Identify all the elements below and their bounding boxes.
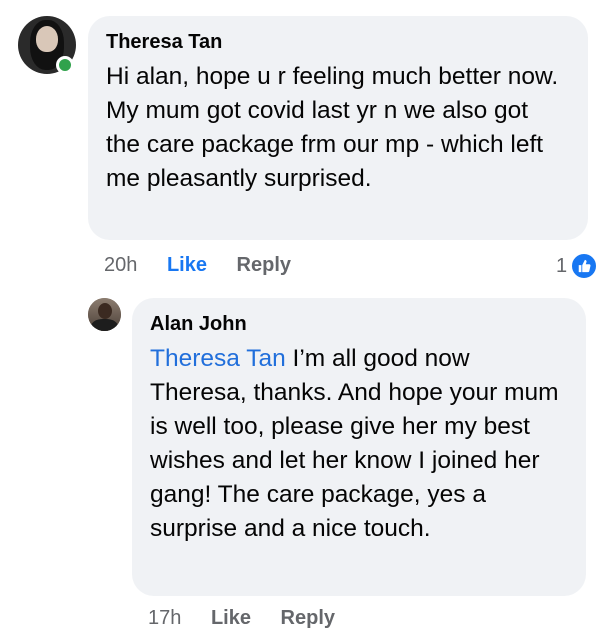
comment-timestamp[interactable]: 20h (104, 254, 137, 276)
comment-actions: 17h Like Reply (148, 606, 359, 630)
comment-body: I’m all good now Theresa, thanks. And ho… (150, 345, 559, 542)
comment-author[interactable]: Alan John (150, 312, 566, 336)
comment-actions: 20h Like Reply (104, 253, 315, 277)
reaction-summary[interactable]: 1 (556, 252, 599, 280)
comment-author[interactable]: Theresa Tan (106, 30, 568, 54)
avatar-shirt (91, 319, 118, 331)
comment-text: Theresa Tan I’m all good now Theresa, th… (150, 342, 566, 546)
online-status-icon (56, 56, 74, 74)
avatar-face (36, 26, 58, 52)
like-button[interactable]: Like (167, 254, 207, 276)
reply-bubble: Alan John Theresa Tan I’m all good now T… (132, 298, 586, 596)
like-button[interactable]: Like (211, 607, 251, 629)
comment-bubble: Theresa Tan Hi alan, hope u r feeling mu… (88, 16, 588, 240)
thumbs-up-icon (570, 252, 599, 280)
reaction-count: 1 (556, 254, 568, 277)
reply-button[interactable]: Reply (281, 607, 335, 629)
reply-button[interactable]: Reply (237, 254, 291, 276)
comment-text: Hi alan, hope u r feeling much better no… (106, 63, 559, 192)
avatar-face (98, 303, 112, 319)
mention-link[interactable]: Theresa Tan (150, 345, 286, 372)
avatar-alan-john[interactable] (88, 298, 121, 331)
comment-timestamp[interactable]: 17h (148, 607, 181, 629)
